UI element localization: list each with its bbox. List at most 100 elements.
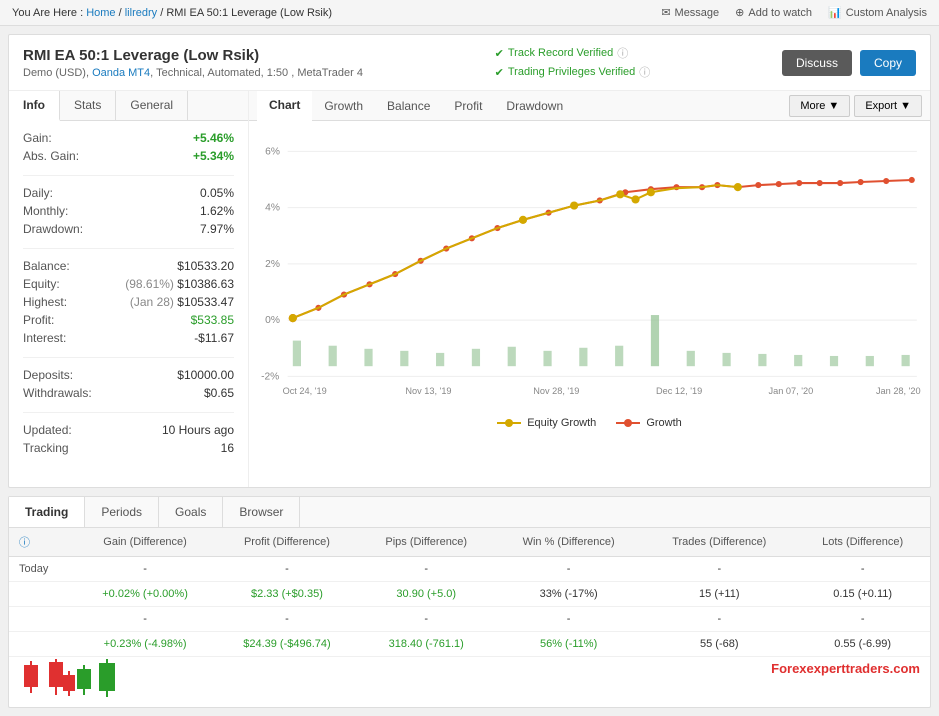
row-pips: 318.40 (-761.1) [359,632,494,657]
svg-text:Jan 28, '20: Jan 28, '20 [876,386,921,396]
meta-section: Updated: 10 Hours ago Tracking 16 [23,423,234,467]
row-lots: 0.55 (-6.99) [795,632,930,657]
table-header-row: ⓘ Gain (Difference) Profit (Difference) … [9,528,930,557]
breadcrumb-home[interactable]: Home [86,7,115,19]
chart-icon: 📊 [828,6,842,19]
main-wrapper: RMI EA 50:1 Leverage (Low Rsik) Demo (US… [8,34,931,488]
row-label: Today [9,557,75,582]
discuss-button[interactable]: Discuss [782,50,852,76]
interest-label: Interest: [23,331,66,345]
gain-label: Gain: [23,131,52,145]
col-header-trades: Trades (Difference) [643,528,795,557]
equity-value: (98.61%) $10386.63 [125,277,234,291]
col-header-lots: Lots (Difference) [795,528,930,557]
chevron-down-icon: ▼ [828,100,839,112]
breadcrumb-page: RMI EA 50:1 Leverage (Low Rsik) [166,7,332,19]
add-to-watch-action[interactable]: ⊕ Add to watch [735,6,812,19]
col-header-win: Win % (Difference) [494,528,643,557]
chart-tab-profit[interactable]: Profit [442,92,494,120]
breadcrumb-bar: You Are Here : Home / lilredry / RMI EA … [0,0,939,26]
bottom-tab-browser[interactable]: Browser [223,497,300,527]
bottom-section: Trading Periods Goals Browser ⓘ Gain (Di… [8,496,931,708]
bottom-tab-periods[interactable]: Periods [85,497,159,527]
highest-date: (Jan 28) [130,295,174,309]
row-lots: - [795,557,930,582]
check-icon-2: ✔ [495,66,504,79]
row-lots: - [795,607,930,632]
chart-tab-chart[interactable]: Chart [257,91,312,121]
row-win: - [494,557,643,582]
equity-label: Equity: [23,277,60,291]
track-record-badge: ✔ Track Record Verified ⓘ [495,45,651,61]
tab-info[interactable]: Info [9,91,60,121]
monthly-row: Monthly: 1.62% [23,204,234,218]
left-tab-bar: Info Stats General [9,91,248,121]
profit-value: $533.85 [191,313,234,327]
breadcrumb-user[interactable]: lilredry [125,7,157,19]
row-profit: $24.39 (-$496.74) [215,632,358,657]
abs-gain-value: +5.34% [193,149,234,163]
updated-label: Updated: [23,423,72,437]
bottom-tab-goals[interactable]: Goals [159,497,223,527]
table-row: Today - - - - - - [9,557,930,582]
row-win: 56% (-11%) [494,632,643,657]
info-icon-1: ⓘ [617,45,628,61]
gain-section: Gain: +5.46% Abs. Gain: +5.34% [23,131,234,176]
row-gain: - [75,557,216,582]
legend-growth: Growth [616,417,681,429]
chart-controls: More ▼ Export ▼ [789,95,922,117]
chart-tab-bar: Chart Growth Balance Profit Drawdown Mor… [249,91,930,121]
tracking-row: Tracking 16 [23,441,234,455]
gain-value: +5.46% [193,131,234,145]
withdrawals-label: Withdrawals: [23,386,92,400]
svg-text:Jan 07, '20: Jan 07, '20 [769,386,814,396]
highest-row: Highest: (Jan 28) $10533.47 [23,295,234,309]
tab-stats[interactable]: Stats [60,91,116,120]
profile-header: RMI EA 50:1 Leverage (Low Rsik) Demo (US… [9,35,930,91]
table-row: - - - - - - [9,607,930,632]
withdrawals-row: Withdrawals: $0.65 [23,386,234,400]
interest-row: Interest: -$11.67 [23,331,234,345]
svg-text:Dec 12, '19: Dec 12, '19 [656,386,702,396]
daily-label: Daily: [23,186,53,200]
updated-row: Updated: 10 Hours ago [23,423,234,437]
custom-analysis-action[interactable]: 📊 Custom Analysis [828,6,927,19]
trading-table: ⓘ Gain (Difference) Profit (Difference) … [9,528,930,657]
drawdown-row: Drawdown: 7.97% [23,222,234,236]
row-trades: - [643,557,795,582]
bottom-tab-trading[interactable]: Trading [9,497,85,527]
trading-privileges-badge: ✔ Trading Privileges Verified ⓘ [495,64,651,80]
broker-link[interactable]: Oanda MT4 [92,67,150,79]
legend-equity: Equity Growth [497,417,596,429]
chart-tab-balance[interactable]: Balance [375,92,442,120]
more-button[interactable]: More ▼ [789,95,850,117]
chart-tab-drawdown[interactable]: Drawdown [494,92,575,120]
tab-general[interactable]: General [116,91,188,120]
breadcrumb: You Are Here : Home / lilredry / RMI EA … [12,7,332,19]
svg-text:-2%: -2% [261,371,279,382]
export-button[interactable]: Export ▼ [854,95,922,117]
deposits-value: $10000.00 [177,368,234,382]
copy-button[interactable]: Copy [860,50,916,76]
tracking-value: 16 [221,441,234,455]
row-profit: - [215,607,358,632]
drawdown-label: Drawdown: [23,222,83,236]
message-icon: ✉ [661,6,670,19]
legend-equity-icon [497,419,521,427]
tracking-label: Tracking [23,441,69,455]
candlestick-decoration [19,657,139,702]
row-pips: - [359,557,494,582]
legend-growth-icon [616,419,640,427]
monthly-label: Monthly: [23,204,68,218]
deposits-section: Deposits: $10000.00 Withdrawals: $0.65 [23,368,234,413]
watermark-area: Forexexperttraders.com [9,657,930,707]
col-header-label: ⓘ [9,528,75,557]
export-chevron-icon: ▼ [900,100,911,112]
svg-text:Oct 24, '19: Oct 24, '19 [283,386,327,396]
message-action[interactable]: ✉ Message [661,6,719,19]
chart-tab-growth[interactable]: Growth [312,92,375,120]
profile-actions: Discuss Copy [782,50,916,76]
col-header-pips: Pips (Difference) [359,528,494,557]
profit-row: Profit: $533.85 [23,313,234,327]
right-panel: Chart Growth Balance Profit Drawdown Mor… [249,91,930,487]
